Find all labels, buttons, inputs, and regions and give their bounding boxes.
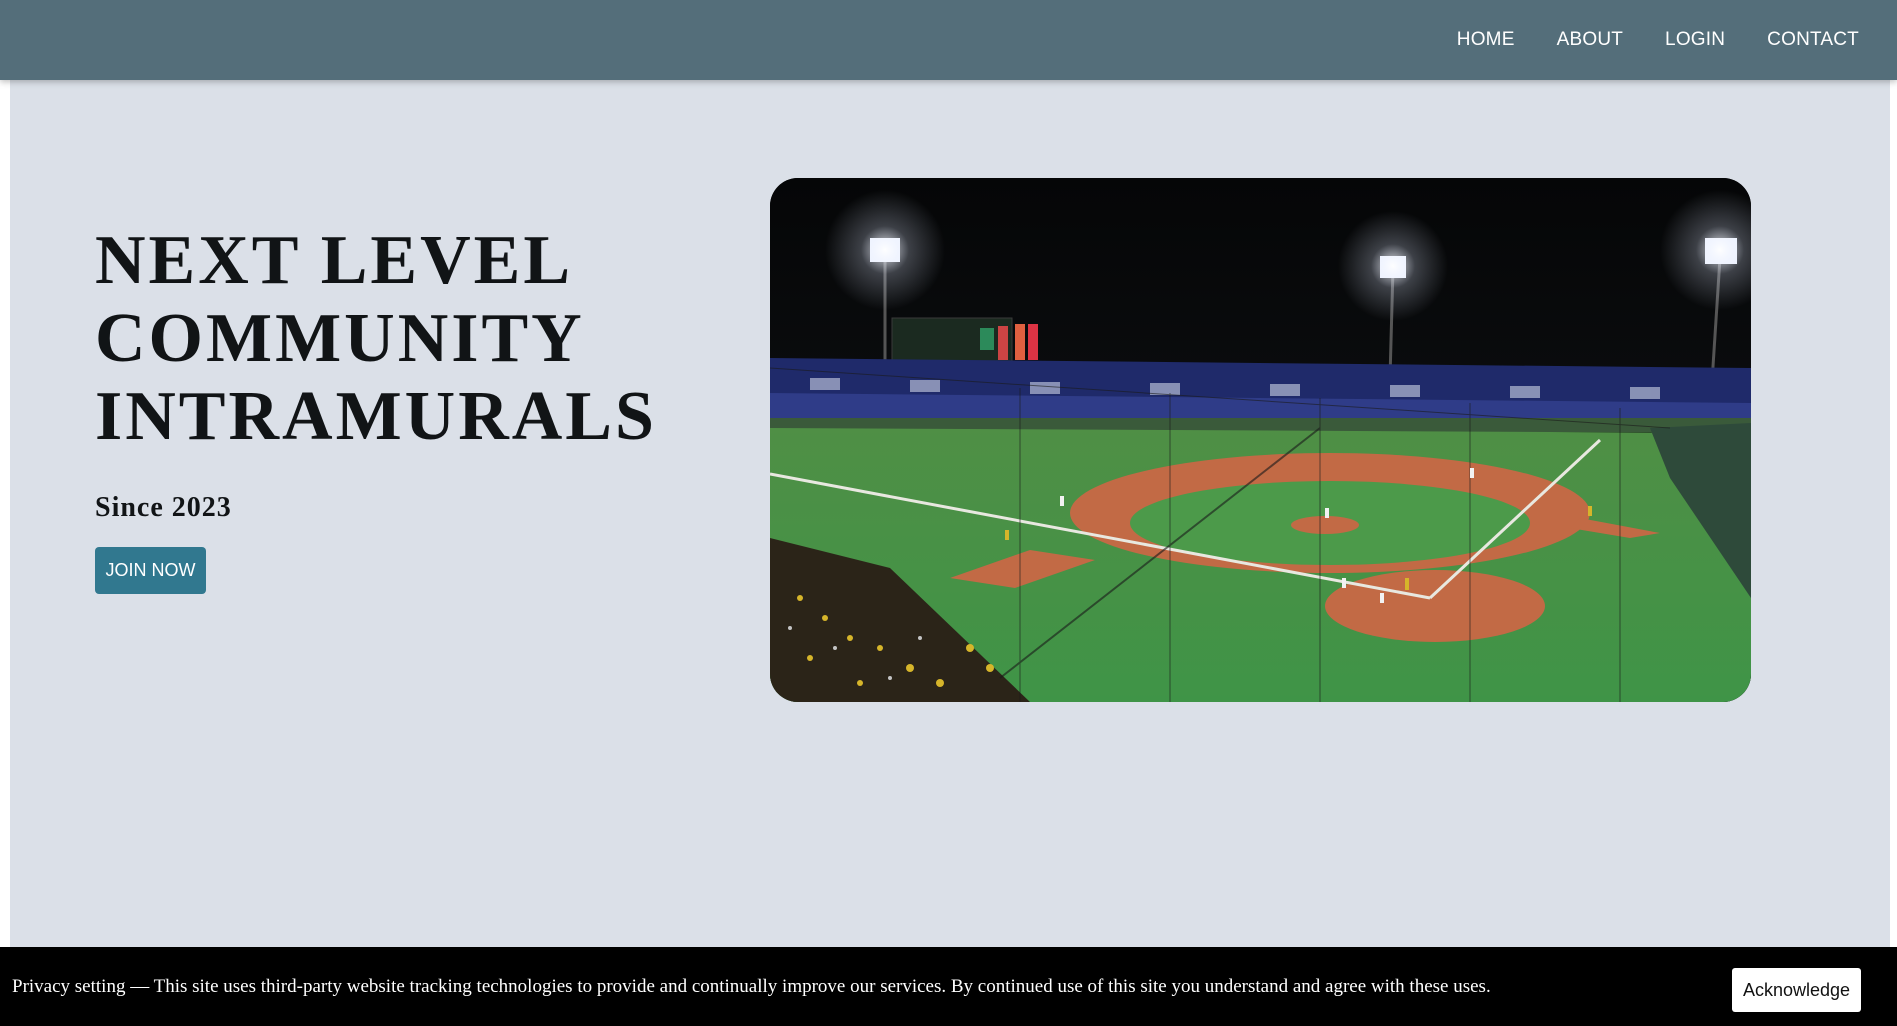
page: HOME ABOUT LOGIN CONTACT NEXT LEVEL COMM… bbox=[0, 0, 1897, 1026]
nav-login-link[interactable]: LOGIN bbox=[1665, 29, 1725, 51]
acknowledge-button[interactable]: Acknowledge bbox=[1732, 968, 1861, 1012]
hero-title: NEXT LEVEL COMMUNITY INTRAMURALS bbox=[95, 222, 657, 455]
cookie-banner: Privacy setting — This site uses third-p… bbox=[0, 947, 1897, 1026]
cookie-banner-text: Privacy setting — This site uses third-p… bbox=[12, 976, 1491, 997]
hero-stadium-image bbox=[770, 178, 1751, 702]
hero-text: NEXT LEVEL COMMUNITY INTRAMURALS Since 2… bbox=[95, 222, 735, 524]
right-edge-strip bbox=[1890, 80, 1897, 1026]
stadium-illustration bbox=[770, 178, 1751, 702]
top-navbar: HOME ABOUT LOGIN CONTACT bbox=[0, 0, 1897, 80]
join-now-button[interactable]: JOIN NOW bbox=[95, 547, 206, 594]
nav-about-link[interactable]: ABOUT bbox=[1557, 29, 1623, 51]
hero-subtitle: Since 2023 bbox=[95, 492, 232, 523]
nav-home-link[interactable]: HOME bbox=[1457, 29, 1515, 51]
left-edge-strip bbox=[0, 80, 10, 1026]
nav-links: HOME ABOUT LOGIN CONTACT bbox=[1457, 0, 1859, 80]
nav-contact-link[interactable]: CONTACT bbox=[1767, 29, 1859, 51]
